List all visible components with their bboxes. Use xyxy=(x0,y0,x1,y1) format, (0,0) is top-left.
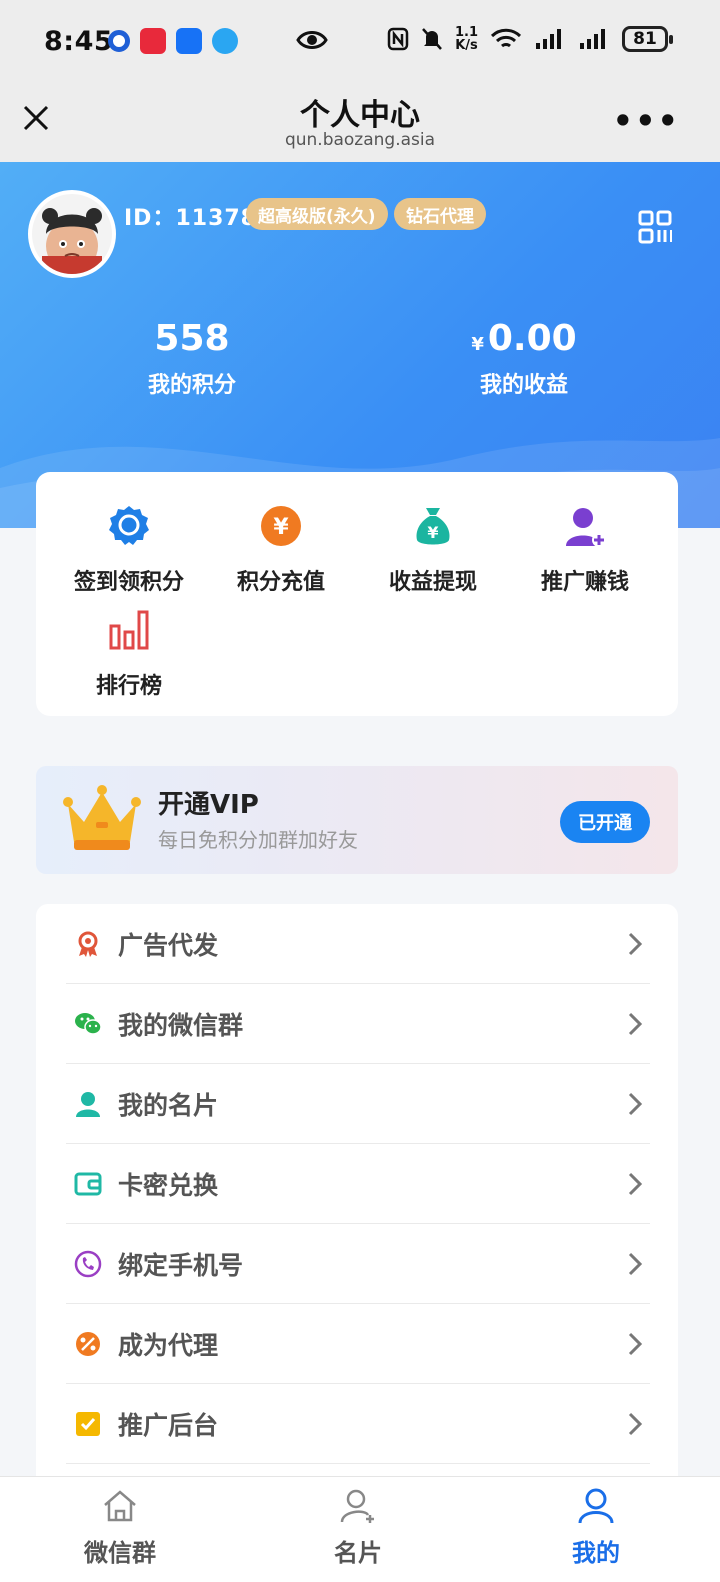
avatar[interactable] xyxy=(28,190,116,278)
quick-action-checkin[interactable]: 签到领积分 xyxy=(54,504,204,596)
app-notification-icon xyxy=(140,28,166,54)
crown-icon xyxy=(63,785,141,850)
tab-wechat-groups[interactable]: 微信群 xyxy=(40,1487,200,1568)
nfc-icon xyxy=(387,27,409,51)
tab-label: 名片 xyxy=(334,1539,382,1567)
earnings-value-wrap: ¥0.00 xyxy=(424,318,624,359)
points-stat[interactable]: 558 我的积分 xyxy=(92,318,292,399)
battery-indicator: 81 xyxy=(622,26,673,52)
quick-action-withdraw[interactable]: ¥ 收益提现 xyxy=(358,504,508,596)
points-value: 558 xyxy=(154,318,230,359)
tab-label: 我的 xyxy=(572,1539,620,1567)
page-title: 个人中心 xyxy=(300,98,420,133)
tab-label: 微信群 xyxy=(84,1539,156,1567)
quick-action-label: 排行榜 xyxy=(95,674,162,699)
earnings-value: 0.00 xyxy=(487,318,577,359)
app-notification-icon xyxy=(108,30,130,52)
nav-bar: 个人中心 qun.baozang.asia ••• xyxy=(0,84,720,162)
earnings-label: 我的收益 xyxy=(479,373,568,398)
menu-item-become-agent[interactable]: 成为代理 xyxy=(66,1304,650,1384)
notification-icons xyxy=(108,28,238,54)
quick-action-label: 收益提现 xyxy=(388,570,477,595)
speed-unit: K/s xyxy=(455,38,478,53)
wechat-icon xyxy=(75,1013,102,1035)
money-bag-icon: ¥ xyxy=(416,508,450,545)
svg-text:¥: ¥ xyxy=(273,515,289,540)
zhihu-app-icon xyxy=(176,28,202,54)
wallet-icon xyxy=(74,1172,102,1196)
menu-item-label: 我的名片 xyxy=(118,1091,219,1120)
yen-coin-icon: ¥ xyxy=(261,506,301,546)
menu-item-label: 卡密兑换 xyxy=(118,1171,219,1200)
chevron-right-icon xyxy=(628,932,643,956)
quick-action-label: 签到领积分 xyxy=(73,570,184,595)
menu-item-label: 我的微信群 xyxy=(118,1011,244,1040)
vip-banner[interactable]: 开通VIP 每日免积分加群加好友 已开通 xyxy=(36,766,678,874)
menu-item-label: 绑定手机号 xyxy=(118,1251,244,1280)
person-icon xyxy=(578,1488,614,1524)
quick-action-label: 推广赚钱 xyxy=(540,570,629,595)
award-icon xyxy=(78,931,98,957)
agent-level-badge: 钻石代理 xyxy=(394,198,486,230)
eye-icon xyxy=(296,31,328,49)
user-icon xyxy=(76,1092,100,1117)
menu-item-wechat-groups[interactable]: 我的微信群 xyxy=(66,984,650,1064)
vip-title: 开通VIP xyxy=(158,790,259,820)
user-plus-icon xyxy=(340,1489,374,1523)
chevron-right-icon xyxy=(628,1092,643,1116)
bar-chart-icon xyxy=(109,610,149,650)
status-time: 8:45 xyxy=(44,26,114,57)
menu-item-ad-posting[interactable]: 广告代发 xyxy=(66,904,650,984)
vip-subtitle: 每日免积分加群加好友 xyxy=(158,828,358,852)
qr-code-icon[interactable] xyxy=(638,210,672,244)
quick-action-recharge[interactable]: ¥ 积分充值 xyxy=(206,504,356,596)
chevron-right-icon xyxy=(628,1252,643,1276)
currency-symbol: ¥ xyxy=(471,334,484,355)
chevron-right-icon xyxy=(628,1412,643,1436)
menu-item-label: 成为代理 xyxy=(118,1331,219,1360)
menu-item-card-redeem[interactable]: 卡密兑换 xyxy=(66,1144,650,1224)
chevron-right-icon xyxy=(628,1332,643,1356)
quick-action-promote[interactable]: 推广赚钱 xyxy=(510,504,660,596)
points-label: 我的积分 xyxy=(147,373,236,398)
more-menu-button[interactable]: ••• xyxy=(613,105,680,137)
status-right: 1.1 K/s 81 xyxy=(387,26,673,52)
user-add-icon xyxy=(566,508,606,547)
tab-mine[interactable]: 我的 xyxy=(516,1487,676,1568)
signal-icon xyxy=(536,29,561,49)
phone-icon xyxy=(74,1250,102,1278)
user-id: ID：11378 xyxy=(124,206,257,231)
quick-action-label: 积分充值 xyxy=(236,570,325,595)
checkbox-icon xyxy=(76,1412,100,1436)
settings-menu: 广告代发 我的微信群 我的名片 卡密兑换 绑定手机号 成为代理 推广后台 xyxy=(36,904,678,1504)
tab-business-card[interactable]: 名片 xyxy=(278,1487,438,1568)
signal-icon xyxy=(580,29,605,49)
menu-item-promo-backend[interactable]: 推广后台 xyxy=(66,1384,650,1464)
avatar-image xyxy=(32,194,112,274)
earnings-stat[interactable]: ¥0.00 我的收益 xyxy=(424,318,624,399)
menu-item-bind-phone[interactable]: 绑定手机号 xyxy=(66,1224,650,1304)
mute-icon xyxy=(422,28,442,50)
svg-text:¥: ¥ xyxy=(427,523,438,542)
badge-ribbon-icon xyxy=(109,506,149,545)
menu-item-label: 广告代发 xyxy=(118,931,219,960)
bottom-tab-bar: 微信群 名片 我的 xyxy=(0,1476,720,1582)
quick-actions-card: 签到领积分 ¥ 积分充值 ¥ 收益提现 推广赚钱 排行榜 xyxy=(36,472,678,716)
status-bar: 8:45 1.1 K/s 81 xyxy=(0,0,720,84)
vip-status-button[interactable]: 已开通 xyxy=(560,801,650,843)
wifi-icon xyxy=(490,28,522,48)
chevron-right-icon xyxy=(628,1012,643,1036)
network-speed: 1.1 K/s xyxy=(455,26,478,52)
home-icon xyxy=(104,1490,136,1522)
version-badge: 超高级版(永久) xyxy=(246,198,388,230)
app-notification-icon xyxy=(212,28,238,54)
chevron-right-icon xyxy=(628,1172,643,1196)
agent-icon xyxy=(76,1332,100,1356)
menu-item-business-card[interactable]: 我的名片 xyxy=(66,1064,650,1144)
quick-action-ranking[interactable]: 排行榜 xyxy=(54,608,204,700)
menu-item-label: 推广后台 xyxy=(118,1411,219,1440)
page-url: qun.baozang.asia xyxy=(284,130,436,150)
